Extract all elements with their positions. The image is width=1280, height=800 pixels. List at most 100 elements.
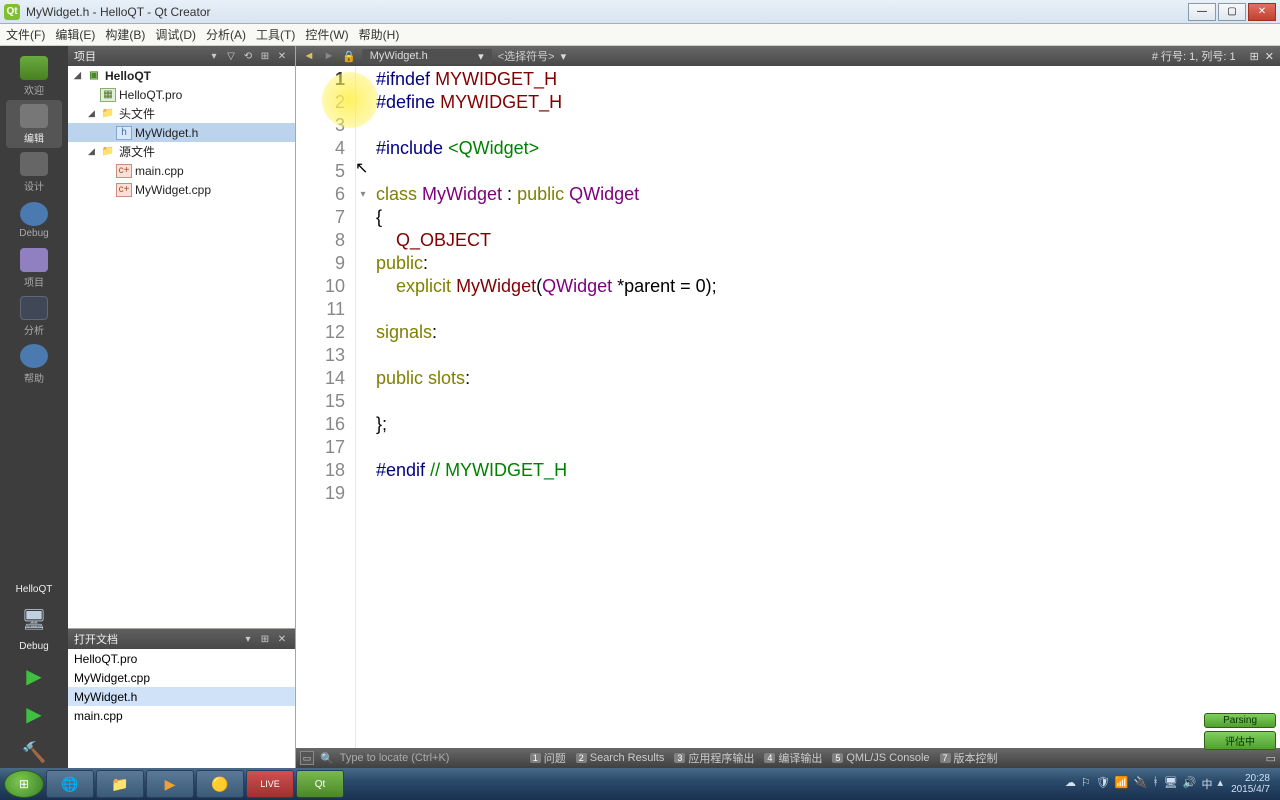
expand-arrow-icon[interactable]: ◢	[88, 108, 100, 119]
open-doc-main.cpp[interactable]: main.cpp	[68, 706, 295, 725]
mode-分析[interactable]: 分析	[6, 292, 62, 340]
tray-chevron-icon[interactable]: ▴	[1218, 776, 1224, 792]
mode-Debug[interactable]: Debug	[6, 196, 62, 244]
tray-network-icon[interactable]: 📶	[1115, 776, 1129, 792]
close-panel-icon[interactable]: ✕	[275, 632, 289, 646]
code-line-9[interactable]: public:	[376, 252, 1280, 275]
tree-item-HelloQT.pro[interactable]: ▦HelloQT.pro	[68, 85, 295, 104]
code-line-17[interactable]	[376, 436, 1280, 459]
menu-文件(F)[interactable]: 文件(F)	[6, 26, 45, 43]
open-doc-HelloQT.pro[interactable]: HelloQT.pro	[68, 649, 295, 668]
dropdown-icon[interactable]: ▾	[207, 49, 221, 63]
tray-bluetooth-icon[interactable]: ᚼ	[1152, 776, 1159, 792]
tree-item-MyWidget.cpp[interactable]: c+MyWidget.cpp	[68, 180, 295, 199]
menu-工具(T)[interactable]: 工具(T)	[256, 26, 295, 43]
code-line-7[interactable]: {	[376, 206, 1280, 229]
output-tab-QML/JS Console[interactable]: 5QML/JS Console	[828, 750, 933, 766]
nav-fwd-icon[interactable]: ►	[322, 50, 336, 62]
tree-item-头文件[interactable]: ◢📁头文件	[68, 104, 295, 123]
taskbar-app-media[interactable]: ▶	[146, 770, 194, 798]
expand-arrow-icon[interactable]: ◢	[74, 70, 86, 81]
close-panel-icon[interactable]: ✕	[275, 49, 289, 63]
build-button[interactable]: 🔨	[14, 736, 54, 768]
mode-设计[interactable]: 设计	[6, 148, 62, 196]
mode-项目[interactable]: 项目	[6, 244, 62, 292]
tray-monitor-icon[interactable]: 🖥	[1164, 776, 1178, 792]
code-line-14[interactable]: public slots:	[376, 367, 1280, 390]
tray-action-icon[interactable]: ⚐	[1081, 776, 1091, 792]
code-line-12[interactable]: signals:	[376, 321, 1280, 344]
menu-分析(A)[interactable]: 分析(A)	[206, 26, 246, 43]
taskbar-app-chrome[interactable]: 🟡	[196, 770, 244, 798]
open-doc-MyWidget.h[interactable]: MyWidget.h	[68, 687, 295, 706]
mode-编辑[interactable]: 编辑	[6, 100, 62, 148]
minimize-button[interactable]: —	[1188, 3, 1216, 21]
taskbar-app-live[interactable]: LIVE	[246, 770, 294, 798]
code-line-13[interactable]	[376, 344, 1280, 367]
code-line-2[interactable]: #define MYWIDGET_H	[376, 91, 1280, 114]
mode-欢迎[interactable]: 欢迎	[6, 52, 62, 100]
maximize-button[interactable]: ▢	[1218, 3, 1246, 21]
code-line-1[interactable]: #ifndef MYWIDGET_H	[376, 68, 1280, 91]
mode-帮助[interactable]: 帮助	[6, 340, 62, 388]
start-button[interactable]: ⊞	[4, 770, 44, 798]
tree-item-MyWidget.h[interactable]: hMyWidget.h	[68, 123, 295, 142]
tray-volume-icon[interactable]: 🔊	[1183, 776, 1197, 792]
code-line-10[interactable]: explicit MyWidget(QWidget *parent = 0);	[376, 275, 1280, 298]
split-icon[interactable]: ⊞	[258, 49, 272, 63]
output-tab-Search Results[interactable]: 2Search Results	[572, 750, 669, 766]
taskbar-app-ie[interactable]: 🌐	[46, 770, 94, 798]
code-line-15[interactable]	[376, 390, 1280, 413]
output-tab-版本控制[interactable]: 7版本控制	[936, 750, 1002, 766]
output-tab-问题[interactable]: 1问题	[526, 750, 570, 766]
code-line-3[interactable]	[376, 114, 1280, 137]
locator-input[interactable]: Type to locate (Ctrl+K)	[340, 752, 520, 764]
system-tray[interactable]: ☁ ⚐ 🛡 📶 🔌 ᚼ 🖥 🔊 中 ▴	[1065, 776, 1223, 792]
taskbar-app-qtcreator[interactable]: Qt	[296, 770, 344, 798]
dropdown-icon[interactable]: ▾	[241, 632, 255, 646]
close-editor-icon[interactable]: ✕	[1265, 50, 1274, 63]
code-line-19[interactable]	[376, 482, 1280, 505]
code-line-4[interactable]: #include <QWidget>	[376, 137, 1280, 160]
menu-控件(W)[interactable]: 控件(W)	[305, 26, 348, 43]
close-button[interactable]: ✕	[1248, 3, 1276, 21]
code-line-5[interactable]	[376, 160, 1280, 183]
output-tab-编译输出[interactable]: 4编译输出	[760, 750, 826, 766]
code-line-8[interactable]: Q_OBJECT	[376, 229, 1280, 252]
tree-item-HelloQT[interactable]: ◢▣HelloQT	[68, 66, 295, 85]
code-line-16[interactable]: };	[376, 413, 1280, 436]
symbol-selector[interactable]: <选择符号>	[498, 48, 555, 64]
project-tree[interactable]: ◢▣HelloQT▦HelloQT.pro◢📁头文件hMyWidget.h◢📁源…	[68, 66, 295, 628]
code-line-18[interactable]: #endif // MYWIDGET_H	[376, 459, 1280, 482]
kit-selector-icon[interactable]: 🖥	[14, 603, 54, 635]
output-toggle-icon[interactable]: ▭	[300, 751, 314, 765]
split-icon[interactable]: ⊞	[1250, 50, 1259, 63]
code-line-6[interactable]: class MyWidget : public QWidget	[376, 183, 1280, 206]
taskbar-clock[interactable]: 20:28 2015/4/7	[1231, 773, 1276, 795]
filter-icon[interactable]: ▽	[224, 49, 238, 63]
menu-编辑(E)[interactable]: 编辑(E)	[55, 26, 95, 43]
close-pane-icon[interactable]: ▭	[1266, 752, 1276, 765]
code-line-11[interactable]	[376, 298, 1280, 321]
open-docs-list[interactable]: HelloQT.proMyWidget.cppMyWidget.hmain.cp…	[68, 649, 295, 725]
menu-调试(D)[interactable]: 调试(D)	[155, 26, 196, 43]
expand-arrow-icon[interactable]: ◢	[88, 146, 100, 157]
link-icon[interactable]: ⟲	[241, 49, 255, 63]
taskbar-app-explorer[interactable]: 📁	[96, 770, 144, 798]
tray-shield-icon[interactable]: 🛡	[1096, 776, 1110, 792]
menu-帮助(H)[interactable]: 帮助(H)	[359, 26, 400, 43]
file-selector[interactable]: MyWidget.h ▾	[362, 49, 492, 64]
tray-ime-icon[interactable]: 中	[1202, 776, 1213, 792]
output-tab-应用程序输出[interactable]: 3应用程序输出	[670, 750, 758, 766]
open-doc-MyWidget.cpp[interactable]: MyWidget.cpp	[68, 668, 295, 687]
tray-power-icon[interactable]: 🔌	[1134, 776, 1148, 792]
split-icon[interactable]: ⊞	[258, 632, 272, 646]
debug-button[interactable]: ▶	[14, 698, 54, 730]
run-button[interactable]: ▶	[14, 660, 54, 692]
code-editor[interactable]: 12345678910111213141516171819 ▾ #ifndef …	[296, 66, 1280, 748]
tray-cloud-icon[interactable]: ☁	[1065, 776, 1076, 792]
tree-item-main.cpp[interactable]: c+main.cpp	[68, 161, 295, 180]
nav-back-icon[interactable]: ◄	[302, 50, 316, 62]
menu-构建(B)[interactable]: 构建(B)	[105, 26, 145, 43]
tree-item-源文件[interactable]: ◢📁源文件	[68, 142, 295, 161]
